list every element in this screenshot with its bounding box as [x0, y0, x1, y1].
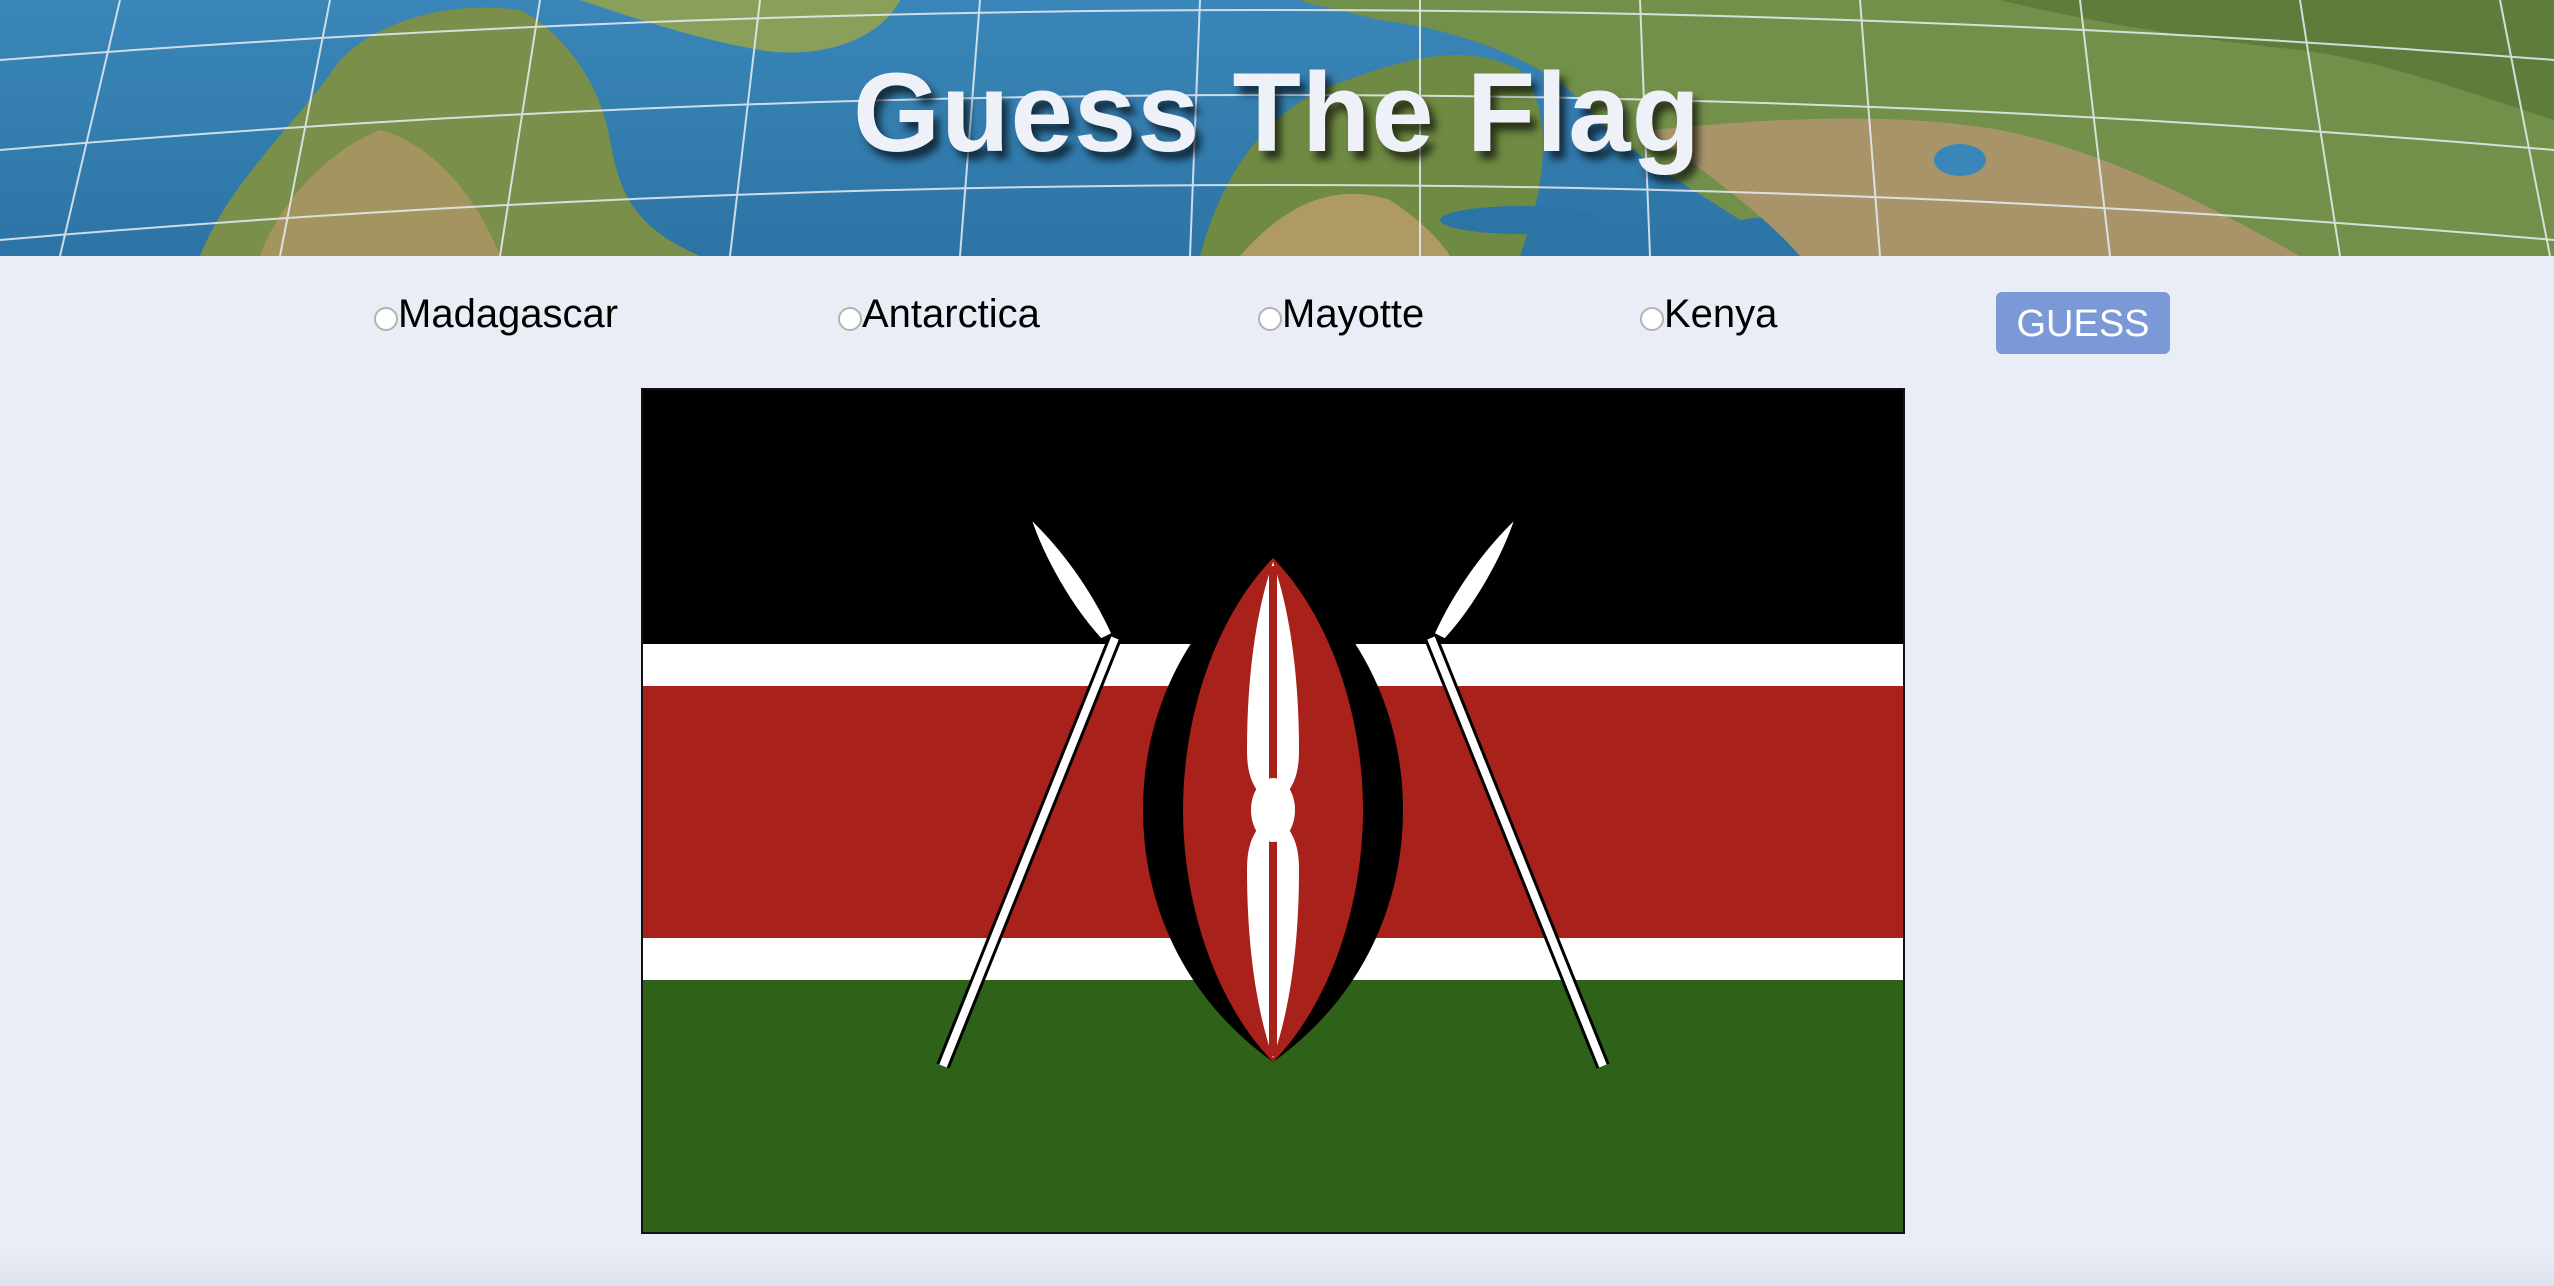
page-title: Guess The Flag	[853, 50, 1701, 175]
option-madagascar[interactable]: Madagascar	[374, 286, 618, 342]
answer-options: Madagascar Antarctica Mayotte Kenya	[0, 256, 2554, 386]
radio-button[interactable]	[838, 307, 862, 331]
bottom-shadow	[0, 1250, 2554, 1286]
radio-button[interactable]	[1258, 307, 1282, 331]
flag-image	[641, 388, 1905, 1234]
option-label: Antarctica	[862, 291, 1040, 336]
radio-button[interactable]	[1640, 307, 1664, 331]
radio-button[interactable]	[374, 307, 398, 331]
header-banner: Guess The Flag	[0, 0, 2554, 256]
option-label: Madagascar	[398, 291, 619, 336]
option-label: Kenya	[1664, 291, 1778, 336]
kenya-flag	[643, 390, 1903, 1232]
option-kenya[interactable]: Kenya	[1640, 286, 1777, 342]
option-antarctica[interactable]: Antarctica	[838, 286, 1040, 342]
option-mayotte[interactable]: Mayotte	[1258, 286, 1424, 342]
guess-button[interactable]: GUESS	[1996, 292, 2170, 354]
option-label: Mayotte	[1282, 291, 1425, 336]
